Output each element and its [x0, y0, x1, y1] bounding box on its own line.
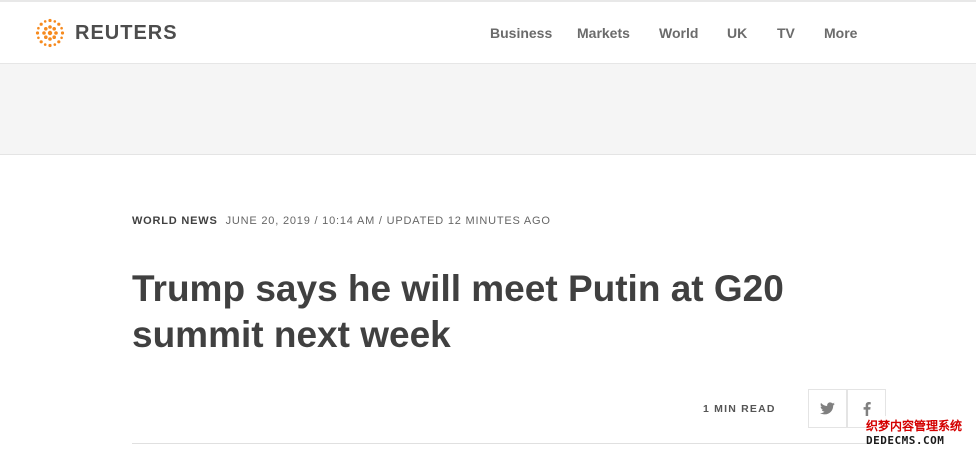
- watermark-line-2: DEDECMS.COM: [866, 434, 945, 447]
- top-navigation-bar: REUTERS Business Markets World UK TV Mor…: [0, 0, 976, 64]
- nav-item-more[interactable]: More: [824, 25, 857, 41]
- nav-item-tv[interactable]: TV: [777, 25, 795, 41]
- facebook-icon: [863, 401, 871, 416]
- read-time: 1 MIN READ: [703, 403, 776, 415]
- share-twitter-button[interactable]: [808, 389, 847, 428]
- reuters-logo[interactable]: REUTERS: [33, 16, 178, 50]
- article-meta: WORLD NEWS JUNE 20, 2019 / 10:14 AM / UPD…: [132, 215, 551, 227]
- nav-item-uk[interactable]: UK: [727, 25, 747, 41]
- nav-item-world[interactable]: World: [659, 25, 698, 41]
- section-label[interactable]: WORLD NEWS: [132, 215, 218, 227]
- divider: [132, 443, 887, 444]
- article-dateline: JUNE 20, 2019 / 10:14 AM / UPDATED 12 MI…: [225, 215, 551, 227]
- ad-placeholder: [0, 64, 976, 155]
- nav-item-markets[interactable]: Markets: [577, 25, 630, 41]
- logo-wordmark: REUTERS: [75, 21, 178, 44]
- reuters-logo-icon: [35, 18, 65, 48]
- watermark-line-1: 织梦内容管理系统: [866, 419, 963, 433]
- twitter-icon: [820, 402, 835, 415]
- nav-item-business[interactable]: Business: [490, 25, 552, 41]
- article-headline: Trump says he will meet Putin at G20 sum…: [132, 268, 784, 355]
- site-watermark: 织梦内容管理系统 DEDECMS.COM: [866, 416, 976, 451]
